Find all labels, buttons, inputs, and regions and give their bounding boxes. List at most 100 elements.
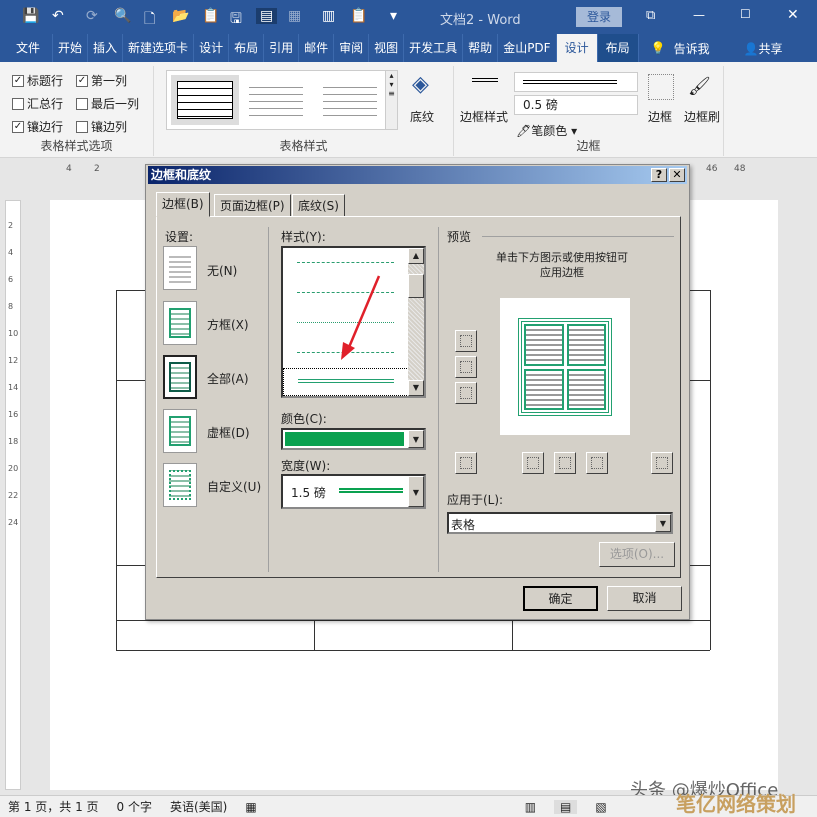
clipboard-icon[interactable]: 📋 xyxy=(350,8,367,24)
top-border-button[interactable] xyxy=(455,330,477,352)
tab-pdf[interactable]: 金山PDF xyxy=(498,34,557,62)
header-row-checkbox[interactable]: ✓ 标题行 xyxy=(12,72,63,89)
read-mode-icon[interactable]: ▤ xyxy=(256,8,278,24)
setting-all-button[interactable] xyxy=(163,355,197,399)
new-document-icon[interactable]: 🗋 xyxy=(144,8,155,32)
style-thumbnail[interactable] xyxy=(249,81,303,121)
diagonal-down-border-button[interactable] xyxy=(651,452,673,474)
tab-file[interactable]: 文件 xyxy=(0,34,54,62)
style-thumbnail[interactable] xyxy=(323,81,377,121)
tab-view[interactable]: 视图 xyxy=(369,34,405,62)
inside-horizontal-border-button[interactable] xyxy=(455,356,477,378)
word-count[interactable]: 0 个字 xyxy=(117,798,152,815)
shading-button[interactable]: 底纹 xyxy=(410,108,434,125)
inside-vertical-border-button[interactable] xyxy=(554,452,576,474)
tab-new[interactable]: 新建选项卡 xyxy=(123,34,195,62)
maximize-button[interactable]: ☐ xyxy=(740,7,751,21)
language[interactable]: 英语(美国) xyxy=(170,798,227,815)
print-layout-icon[interactable]: ▤ xyxy=(554,799,578,814)
setting-none-button[interactable] xyxy=(163,246,197,290)
tab-design[interactable]: 设计 xyxy=(194,34,230,62)
login-button[interactable]: 登录 xyxy=(576,7,622,27)
tab-layout[interactable]: 布局 xyxy=(229,34,265,62)
width-dropdown[interactable]: 1.5 磅 ▼ xyxy=(281,474,426,509)
tab-review[interactable]: 审阅 xyxy=(334,34,370,62)
tab-page-border[interactable]: 页面边框(P) xyxy=(214,194,291,217)
dropdown-arrow[interactable]: ▼ xyxy=(408,476,424,507)
preview-area[interactable] xyxy=(500,298,630,435)
shading-icon[interactable]: ◈ xyxy=(412,72,429,97)
line-weight-dropdown[interactable]: 0.5 磅 xyxy=(514,95,638,115)
scroll-up-button[interactable]: ▲ xyxy=(408,248,424,264)
web-layout-icon[interactable]: ▧ xyxy=(595,800,606,814)
minimize-button[interactable]: — xyxy=(693,8,705,22)
borders-button[interactable]: 边框 xyxy=(648,108,672,125)
style-list-scrollbar[interactable]: ▲ ▼ xyxy=(408,248,424,396)
setting-label: 方框(X) xyxy=(207,318,249,332)
diagonal-up-border-button[interactable] xyxy=(455,452,477,474)
vertical-ruler[interactable]: 2 4 6 8 10 12 14 16 18 20 22 24 xyxy=(5,200,21,790)
line-style-dropdown[interactable] xyxy=(514,72,638,92)
scroll-thumb[interactable] xyxy=(408,274,424,298)
dialog-title: 边框和底纹 xyxy=(151,168,212,182)
color-dropdown[interactable]: ▼ xyxy=(281,428,426,450)
tab-shading[interactable]: 底纹(S) xyxy=(292,194,345,217)
checkbox: ✓ xyxy=(12,120,24,133)
left-border-button[interactable] xyxy=(522,452,544,474)
read-mode-icon[interactable]: ▥ xyxy=(525,800,536,814)
tab-home[interactable]: 开始 xyxy=(53,34,89,62)
share-button[interactable]: 👤共享 xyxy=(744,40,783,57)
table-style-gallery[interactable]: ▴ ▾ ≡ xyxy=(166,70,398,130)
first-column-checkbox[interactable]: ✓ 第一列 xyxy=(76,72,127,89)
setting-grid-button[interactable] xyxy=(163,409,197,453)
ribbon-display-button[interactable]: ⧉ xyxy=(646,8,655,23)
paste-icon[interactable]: 📋 xyxy=(202,8,219,24)
open-icon[interactable]: 📂 xyxy=(172,8,189,24)
undo-icon[interactable]: ↶ xyxy=(52,8,64,24)
tab-references[interactable]: 引用 xyxy=(264,34,300,62)
line-style-list[interactable]: ▲ ▼ xyxy=(281,246,426,398)
customize-icon[interactable]: ▾ xyxy=(390,8,397,24)
last-column-checkbox[interactable]: 最后一列 xyxy=(76,95,139,112)
banded-columns-checkbox[interactable]: 镶边列 xyxy=(76,118,127,135)
tab-developer[interactable]: 开发工具 xyxy=(404,34,464,62)
total-row-checkbox[interactable]: 汇总行 xyxy=(12,95,63,112)
dialog-close-button[interactable]: ✕ xyxy=(669,168,685,182)
setting-box-button[interactable] xyxy=(163,301,197,345)
tell-me-button[interactable]: 告诉我 xyxy=(674,40,710,57)
save-as-icon[interactable]: 🖫 xyxy=(230,8,242,32)
ok-button[interactable]: 确定 xyxy=(523,586,598,611)
bottom-border-button[interactable] xyxy=(455,382,477,404)
style-thumbnail[interactable] xyxy=(171,75,239,125)
style-option-selected[interactable] xyxy=(283,368,409,396)
help-button[interactable]: ? xyxy=(651,168,667,182)
apply-to-dropdown[interactable]: 表格 ▼ xyxy=(447,512,673,534)
dropdown-arrow[interactable]: ▼ xyxy=(408,430,424,448)
cancel-button[interactable]: 取消 xyxy=(607,586,682,611)
ruler-tick: 12 xyxy=(8,356,19,365)
style-option[interactable] xyxy=(297,262,394,263)
tab-insert[interactable]: 插入 xyxy=(88,34,124,62)
redo-icon[interactable]: ⟳ xyxy=(86,8,98,24)
close-button[interactable]: ✕ xyxy=(787,7,799,23)
page-count[interactable]: 第 1 页，共 1 页 xyxy=(8,798,99,815)
border-painter-button[interactable]: 边框刷 xyxy=(684,108,720,125)
scroll-down-button[interactable]: ▼ xyxy=(408,380,424,396)
tab-mailings[interactable]: 邮件 xyxy=(299,34,335,62)
table-icon[interactable]: ▦ xyxy=(288,8,301,24)
columns-icon[interactable]: ▥ xyxy=(322,8,335,24)
setting-custom-button[interactable] xyxy=(163,463,197,507)
tab-help[interactable]: 帮助 xyxy=(463,34,499,62)
right-border-button[interactable] xyxy=(586,452,608,474)
dropdown-arrow[interactable]: ▼ xyxy=(655,514,671,532)
save-icon[interactable]: 💾 xyxy=(22,8,39,24)
tab-table-design[interactable]: 设计 xyxy=(556,34,598,62)
options-button[interactable]: 选项(O)... xyxy=(599,542,675,567)
banded-rows-checkbox[interactable]: ✓ 镶边行 xyxy=(12,118,63,135)
border-styles-button[interactable]: 边框样式 xyxy=(460,108,508,125)
gallery-scroll[interactable]: ▴ ▾ ≡ xyxy=(385,71,397,129)
tab-borders[interactable]: 边框(B) xyxy=(156,192,210,217)
tab-table-layout[interactable]: 布局 xyxy=(597,34,639,62)
print-preview-icon[interactable]: 🔍 xyxy=(114,8,131,24)
macro-icon[interactable]: ▦ xyxy=(245,800,256,814)
